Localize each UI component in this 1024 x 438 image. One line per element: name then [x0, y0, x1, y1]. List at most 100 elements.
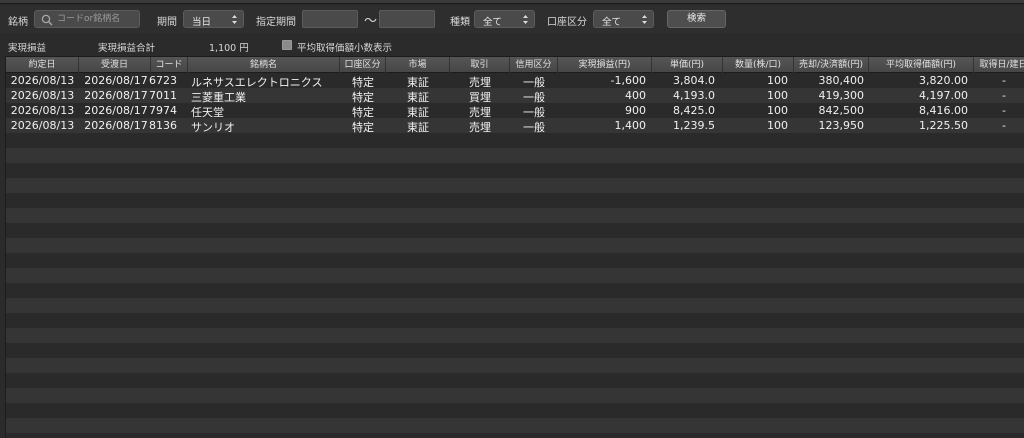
unit-price-cell: 8,425.0 — [673, 104, 715, 117]
table-row[interactable]: 2026/08/13 2026/08/17 8136 サンリオ 特定 東証 売埋 一般 1,40… — [6, 118, 1024, 134]
realized-pl-cell: 1,400 — [614, 119, 647, 132]
quantity-cell: 100 — [767, 74, 788, 87]
col-trade-type-header[interactable]: 取引 — [450, 57, 510, 73]
proceeds-cell: 419,300 — [818, 89, 865, 102]
row-stripe — [6, 268, 1024, 283]
account-type-select[interactable]: 全て — [593, 10, 654, 28]
kind-label: 種類 — [450, 17, 470, 28]
trade-type-cell: 売埋 — [469, 121, 491, 134]
table-header: 約定日 受渡日 コード 銘柄名 口座区分 市場 取引 信用区分 実現損益(円) 単価(円) 数量(株… — [6, 57, 1024, 73]
col-avg-cost-header[interactable]: 平均取得価額(円) — [869, 57, 974, 73]
col-market-header[interactable]: 市場 — [386, 57, 450, 73]
period-select-value: 当日 — [192, 17, 212, 28]
settlement-date-cell: 2026/08/17 — [84, 74, 148, 87]
avg-cost-cell: 8,416.00 — [919, 104, 968, 117]
updown-arrows-icon — [642, 15, 647, 24]
row-stripe — [6, 358, 1024, 373]
col-quantity-header[interactable]: 数量(株/口) — [723, 57, 794, 73]
row-stripe — [6, 238, 1024, 253]
realized-pl-summary: 実現損益 実現損益合計 1,100 円 平均取得価額小数表示 — [0, 36, 1024, 54]
unit-price-cell: 4,193.0 — [673, 89, 715, 102]
col-trade-date-header[interactable]: 約定日 — [6, 57, 79, 73]
updown-arrows-icon — [232, 15, 237, 24]
col-proceeds-header[interactable]: 売却/決済額(円) — [794, 57, 869, 73]
row-stripe — [6, 418, 1024, 433]
col-margin-type-header[interactable]: 信用区分 — [510, 57, 558, 73]
trade-date-cell: 2026/08/13 — [10, 74, 75, 87]
row-stripe — [6, 208, 1024, 223]
settlement-date-cell: 2026/08/17 — [84, 119, 148, 132]
symbol-search-input[interactable] — [57, 12, 139, 26]
acquired-date-cell: - — [1002, 119, 1006, 132]
realized-pl-table: 約定日 受渡日 コード 銘柄名 口座区分 市場 取引 信用区分 実現損益(円) 単価(円) 数量(株… — [5, 56, 1024, 438]
symbol-label: 銘柄 — [8, 17, 28, 28]
row-stripe — [6, 133, 1024, 148]
range-label: 指定期間 — [256, 17, 296, 28]
avg-cost-cell: 3,820.00 — [919, 74, 968, 87]
trade-date-cell: 2026/08/13 — [10, 89, 75, 102]
quantity-cell: 100 — [767, 119, 788, 132]
decimal-display-checkbox[interactable] — [282, 40, 292, 50]
col-account-type-header[interactable]: 口座区分 — [340, 57, 386, 73]
security-name-cell: サンリオ — [191, 121, 235, 134]
range-start-input[interactable] — [302, 10, 358, 28]
total-value: 1,100 円 — [209, 43, 249, 54]
col-settlement-date-header[interactable]: 受渡日 — [79, 57, 151, 73]
row-stripe — [6, 328, 1024, 343]
col-realized-pl-header[interactable]: 実現損益(円) — [558, 57, 652, 73]
range-separator: 〜 — [364, 14, 378, 29]
total-label: 実現損益合計 — [98, 43, 156, 54]
avg-cost-cell: 1,225.50 — [919, 119, 968, 132]
row-stripe — [6, 403, 1024, 418]
account-type-cell: 特定 — [352, 121, 374, 134]
symbol-search-field[interactable] — [34, 10, 140, 28]
window-top-edge — [0, 0, 1024, 4]
trade-date-cell: 2026/08/13 — [10, 119, 75, 132]
realized-pl-cell: -1,600 — [610, 74, 646, 87]
table-row[interactable]: 2026/08/13 2026/08/17 7974 任天堂 特定 東証 売埋 一般 900 8,… — [6, 103, 1024, 119]
period-select[interactable]: 当日 — [183, 10, 244, 28]
section-title: 実現損益 — [8, 43, 47, 54]
code-cell: 7011 — [149, 89, 177, 102]
realized-pl-cell: 400 — [625, 89, 646, 102]
kind-select[interactable]: 全て — [474, 10, 535, 28]
range-end-input[interactable] — [379, 10, 435, 28]
col-acquired-date-header[interactable]: 取得日/建日 — [974, 57, 1024, 73]
row-stripe — [6, 373, 1024, 388]
row-stripe — [6, 433, 1024, 438]
unit-price-cell: 1,239.5 — [673, 119, 715, 132]
col-unit-price-header[interactable]: 単価(円) — [652, 57, 723, 73]
quantity-cell: 100 — [767, 89, 788, 102]
market-cell: 東証 — [407, 121, 429, 134]
row-stripe — [6, 223, 1024, 238]
proceeds-cell: 380,400 — [818, 74, 865, 87]
avg-cost-cell: 4,197.00 — [919, 89, 968, 102]
row-stripe — [6, 148, 1024, 163]
col-code-header[interactable]: コード — [151, 57, 188, 73]
row-stripe — [6, 178, 1024, 193]
account-type-label: 口座区分 — [547, 17, 587, 28]
updown-arrows-icon — [523, 15, 528, 24]
search-icon — [41, 14, 53, 26]
settlement-date-cell: 2026/08/17 — [84, 104, 148, 117]
row-stripe — [6, 313, 1024, 328]
kind-select-value: 全て — [483, 17, 503, 28]
acquired-date-cell: - — [1002, 74, 1006, 87]
code-cell: 6723 — [149, 74, 177, 87]
row-stripe — [6, 283, 1024, 298]
table-body: 2026/08/13 2026/08/17 6723 ルネサスエレクトロニクス 特定 東証… — [6, 73, 1024, 438]
settlement-date-cell: 2026/08/17 — [84, 89, 148, 102]
col-security-name-header[interactable]: 銘柄名 — [188, 57, 340, 73]
row-stripe — [6, 388, 1024, 403]
table-row[interactable]: 2026/08/13 2026/08/17 7011 三菱重工業 特定 東証 買埋 一般 400… — [6, 88, 1024, 104]
row-stripe — [6, 298, 1024, 313]
realized-pl-cell: 900 — [625, 104, 646, 117]
code-cell: 7974 — [149, 104, 177, 117]
table-row[interactable]: 2026/08/13 2026/08/17 6723 ルネサスエレクトロニクス 特定 東証… — [6, 73, 1024, 89]
decimal-display-label: 平均取得価額小数表示 — [297, 43, 393, 54]
proceeds-cell: 842,500 — [818, 104, 865, 117]
filter-toolbar: 銘柄 期間 当日 指定期間 〜 種類 全て 口座区分 全て 検索 — [0, 5, 1024, 33]
account-type-select-value: 全て — [602, 17, 622, 28]
search-button[interactable]: 検索 — [667, 10, 726, 28]
period-label: 期間 — [157, 17, 177, 28]
